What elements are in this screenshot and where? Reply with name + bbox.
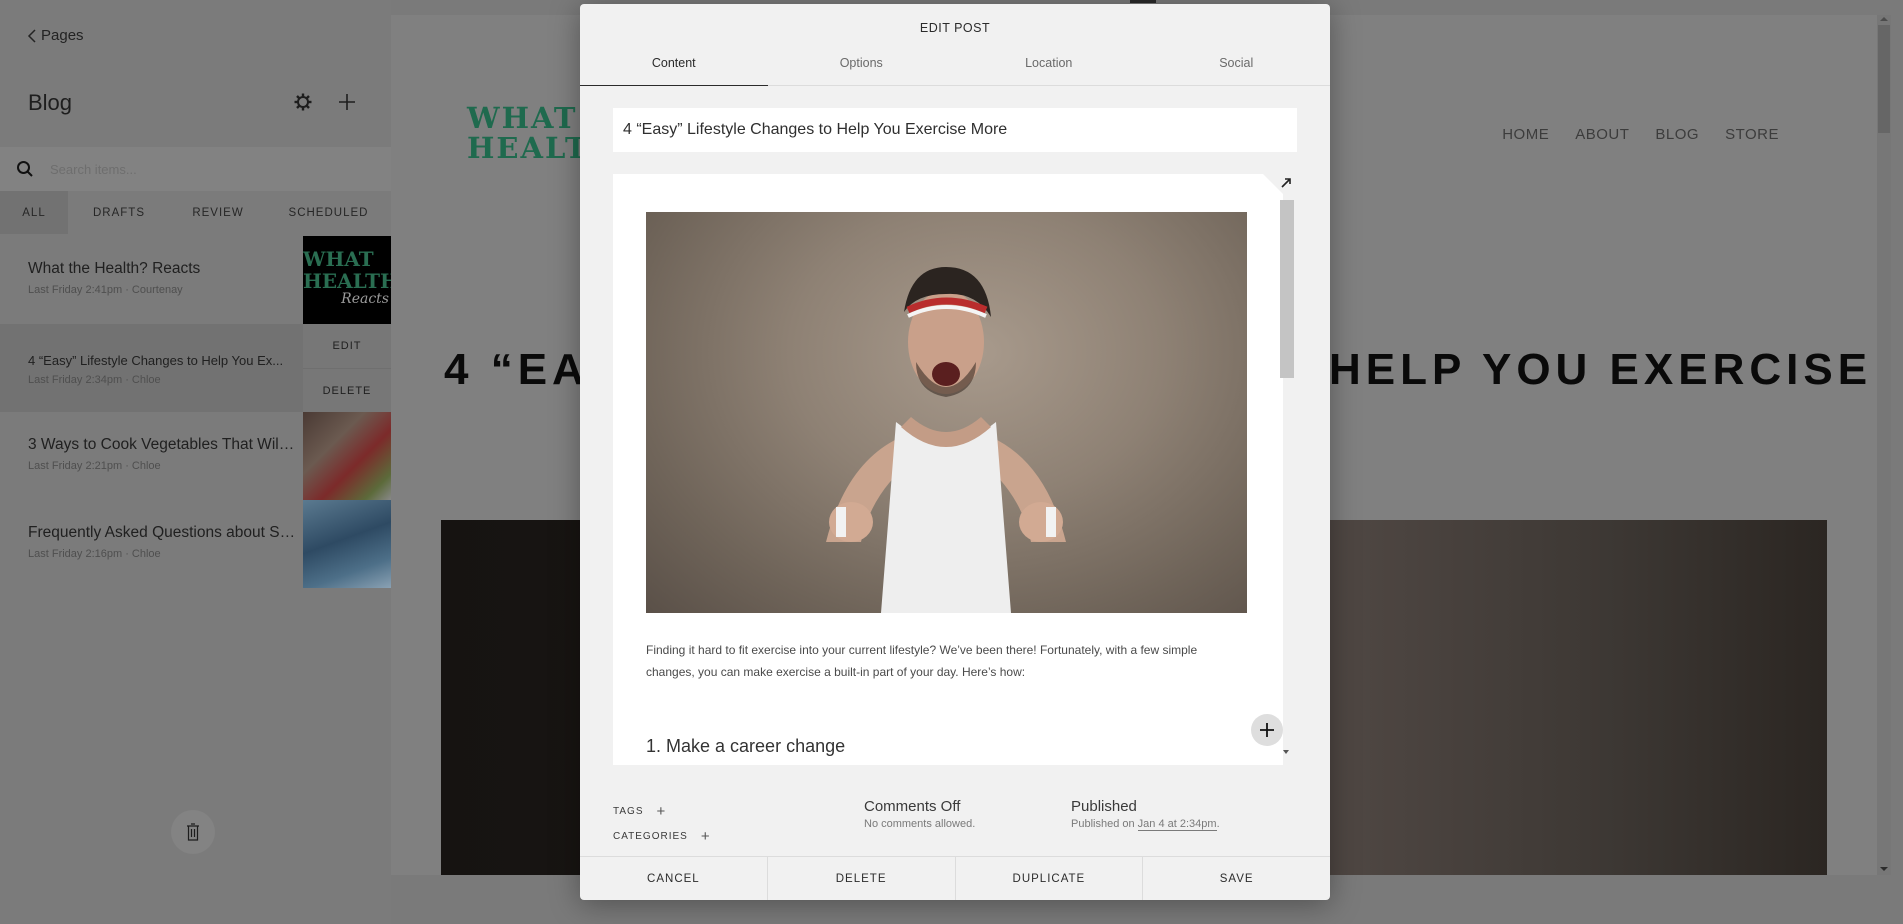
editor-scroll-down-icon[interactable] [1283,750,1289,754]
tab-location[interactable]: Location [955,41,1143,85]
post-list-item-selected[interactable]: 4 “Easy” Lifestyle Changes to Help You E… [0,324,391,412]
edit-post-modal: EDIT POST Content Options Location Socia… [580,4,1330,900]
nav-about[interactable]: ABOUT [1575,126,1629,143]
tab-options[interactable]: Options [768,41,956,85]
filter-tab-all[interactable]: ALL [0,191,68,234]
publish-prefix: Published on [1071,818,1138,830]
preview-scrollbar[interactable] [1877,15,1891,875]
post-image[interactable] [646,212,1247,613]
modal-footer: CANCEL DELETE DUPLICATE SAVE [580,856,1330,900]
editor-scrollbar[interactable] [1280,196,1294,764]
post-list-item[interactable]: 3 Ways to Cook Vegetables That Will at L… [0,412,391,500]
top-edge-marker [1130,0,1156,3]
post-thumbnail [303,412,391,500]
publish-status-title[interactable]: Published [1071,798,1220,815]
duplicate-button[interactable]: DUPLICATE [954,857,1143,900]
post-meta: Last Friday 2:21pm · Chloe [28,460,161,472]
categories-label: CATEGORIES [613,831,688,842]
post-list-item[interactable]: What the Health? Reacts Last Friday 2:41… [0,236,391,324]
chevron-left-icon [27,28,36,43]
logo-line: HEALT [467,131,589,165]
plus-icon [1260,723,1274,737]
post-thumbnail: WHAT HEALTH Reacts [303,236,391,324]
filter-tabs: ALL DRAFTS REVIEW SCHEDULED [0,191,391,234]
thumbnail-text: Reacts [341,291,389,307]
post-list: What the Health? Reacts Last Friday 2:41… [0,236,391,588]
scroll-down-arrow-icon[interactable] [1880,867,1888,871]
nav-store[interactable]: STORE [1725,126,1779,143]
publish-status[interactable]: Published Published on Jan 4 at 2:34pm. [1071,798,1220,831]
add-post-button[interactable] [337,92,357,112]
add-block-button[interactable] [1251,714,1283,746]
trash-button[interactable] [171,810,215,854]
add-tag-plus-icon[interactable]: + [656,803,666,820]
publish-date-link[interactable]: Jan 4 at 2:34pm [1137,818,1217,831]
post-meta: Last Friday 2:41pm · Courtenay [28,284,183,296]
post-row-actions: EDIT DELETE [303,324,391,412]
filter-tab-drafts[interactable]: DRAFTS [68,191,170,234]
delete-post-button[interactable]: DELETE [303,368,391,412]
modal-title: EDIT POST [919,21,991,35]
blog-settings-button[interactable] [293,92,313,112]
headline-right: HELP YOU EXERCISE [1329,345,1873,394]
person-illustration [826,267,1066,613]
comments-setting[interactable]: Comments Off No comments allowed. [864,798,975,830]
post-title: Frequently Asked Questions about Sleep .… [28,524,296,541]
page-title: Blog [28,90,73,115]
thumbnail-text: HEALTH [303,269,391,293]
gear-icon [294,93,312,111]
body-heading[interactable]: 1. Make a career change [646,736,845,757]
expand-editor-icon[interactable] [1279,176,1293,190]
search-input[interactable] [50,161,350,177]
publish-suffix: . [1216,818,1220,830]
post-meta: Last Friday 2:34pm · Chloe [28,374,161,386]
content-editor[interactable]: Finding it hard to fit exercise into you… [613,174,1283,765]
scrollbar-thumb[interactable] [1878,25,1890,133]
post-title: 4 “Easy” Lifestyle Changes to Help You E… [28,353,284,368]
site-nav: HOME ABOUT BLOG STORE [1502,126,1779,143]
publish-status-description: Published on Jan 4 at 2:34pm. [1071,818,1220,831]
back-to-pages-link[interactable]: Pages [27,27,84,44]
headline-left: 4 “EA [444,345,589,394]
filter-tab-scheduled[interactable]: SCHEDULED [266,191,391,234]
logo-line: WHAT [467,101,578,135]
save-button[interactable]: SAVE [1142,857,1330,900]
nav-home[interactable]: HOME [1502,126,1549,143]
post-title-input[interactable] [613,108,1297,152]
blog-sidebar: Pages Blog ALL DRAFTS REVIEW SCHEDULED W… [0,0,391,924]
tab-content[interactable]: Content [580,41,768,86]
delete-button[interactable]: DELETE [766,857,955,900]
plus-icon [339,94,355,110]
post-list-item[interactable]: Frequently Asked Questions about Sleep .… [0,500,391,588]
post-thumbnail [303,500,391,588]
post-title: What the Health? Reacts [28,260,201,277]
tags-field: TAGS + [613,803,666,820]
editor-scrollbar-thumb[interactable] [1280,200,1294,378]
comments-status[interactable]: Comments Off [864,798,975,815]
edit-post-button[interactable]: EDIT [303,324,391,368]
tab-social[interactable]: Social [1143,41,1331,85]
cancel-button[interactable]: CANCEL [580,857,767,900]
thumbnail-text: WHAT [303,247,374,271]
post-meta-row: TAGS + CATEGORIES + Comments Off No comm… [580,794,1330,854]
trash-icon [187,823,199,841]
scroll-up-arrow-icon[interactable] [1880,17,1888,21]
post-meta: Last Friday 2:16pm · Chloe [28,548,161,560]
back-label: Pages [41,27,84,44]
comments-description: No comments allowed. [864,818,976,830]
add-category-plus-icon[interactable]: + [701,828,711,845]
site-logo[interactable]: WHAT HEALT [467,103,589,163]
filter-tab-review[interactable]: REVIEW [170,191,266,234]
search-icon [17,161,33,177]
body-paragraph[interactable]: Finding it hard to fit exercise into you… [646,639,1246,683]
modal-tabs: Content Options Location Social [580,41,1330,86]
tags-label: TAGS [613,806,644,817]
categories-field: CATEGORIES + [613,828,711,845]
search-bar [0,147,391,191]
post-title: 3 Ways to Cook Vegetables That Will at L… [28,436,296,453]
nav-blog[interactable]: BLOG [1655,126,1699,143]
